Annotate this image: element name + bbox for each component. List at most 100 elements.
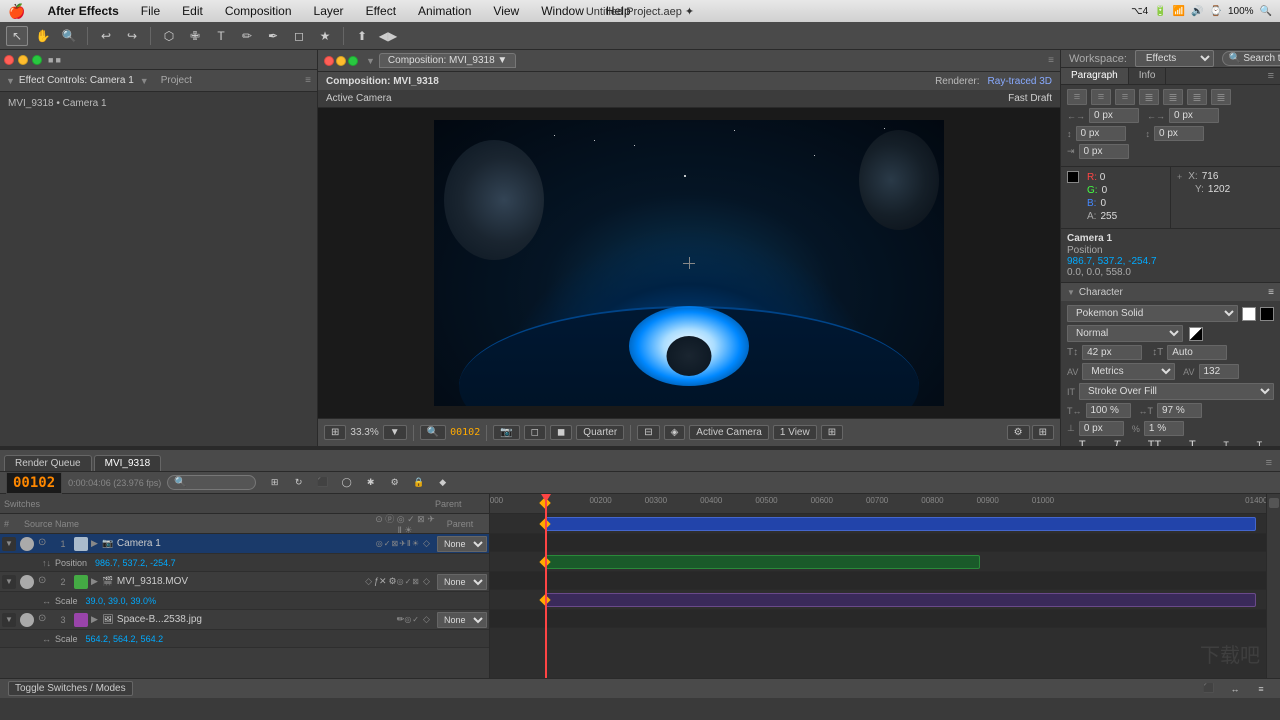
timeline-search-input[interactable] [189,477,249,488]
space-before-input[interactable] [1076,126,1126,141]
timeline-tool-1[interactable]: ⊞ [264,473,286,493]
view-dropdown[interactable]: 1 View [773,425,817,440]
layer-1-lock-btn[interactable]: ⊙ [38,537,52,551]
font-size-input[interactable] [1082,345,1142,360]
layer-row-3[interactable]: ▼ ⊙ 3 ▶ 🖼 Space-B...2538.jpg ✏ ◎ [0,610,489,630]
space-after-input[interactable] [1154,126,1204,141]
justify-center-btn[interactable]: ≣ [1163,89,1183,105]
align-right-btn[interactable]: ≡ [1115,89,1135,105]
menu-animation[interactable]: Animation [414,2,475,20]
font-dropdown[interactable]: Pokemon Solid [1067,305,1238,322]
baseline-input[interactable] [1079,421,1124,436]
tool-camera-orbit[interactable]: ⬆ [351,26,373,46]
hscale-input[interactable] [1157,403,1202,418]
layer-3-parent[interactable]: None [437,612,487,628]
indent-right-input[interactable] [1169,108,1219,123]
comp-3d[interactable]: ◈ [664,425,686,440]
tab-info[interactable]: Info [1129,68,1167,84]
tool-hand[interactable]: ✋ [32,26,54,46]
track-bar-1[interactable] [545,517,1256,531]
tool-zoom[interactable]: 🔍 [58,26,80,46]
timeline-tab-render[interactable]: Render Queue [4,455,92,471]
layer-2-label-color[interactable] [74,575,88,589]
tool-text[interactable]: T [210,26,232,46]
layer-1-label-color[interactable] [74,537,88,551]
stroke-color-swatch[interactable] [1260,307,1274,321]
tool-clone[interactable]: ✒ [262,26,284,46]
tool-roto[interactable]: ★ [314,26,336,46]
tool-camera-track[interactable]: ◀▶ [377,26,399,46]
layer-2-parent[interactable]: None [437,574,487,590]
menu-window[interactable]: Window [537,2,588,20]
leading-input[interactable] [1167,345,1227,360]
view-layout-1[interactable]: ⊞ [821,425,843,440]
indent-left-input[interactable] [1089,108,1139,123]
fill-color-swatch[interactable] [1242,307,1256,321]
timeline-bottom-tool-1[interactable]: ⬛ [1198,679,1220,699]
tool-redo[interactable]: ↪ [121,26,143,46]
text-style-btn-1[interactable]: T [1079,439,1086,446]
align-left-btn[interactable]: ≡ [1067,89,1087,105]
justify-right-btn[interactable]: ≣ [1187,89,1207,105]
menu-effect[interactable]: Effect [362,2,400,20]
menu-view[interactable]: View [489,2,523,20]
layer-2-visibility[interactable] [20,575,34,589]
tab-paragraph[interactable]: Paragraph [1061,68,1129,84]
comp-tab-active[interactable]: Composition: MVI_9318 ▼ [379,53,516,68]
tool-undo[interactable]: ↩ [95,26,117,46]
timeline-strip-btn[interactable] [1269,498,1279,508]
menu-file[interactable]: File [137,2,164,20]
search-help-input[interactable] [1243,53,1280,64]
effect-controls-tab[interactable]: Effect Controls: Camera 1 [19,75,134,86]
timecode-display[interactable]: 00102 [6,472,62,494]
layer-row-2[interactable]: ▼ ⊙ 2 ▶ 🎬 MVI_9318.MOV ◇ ƒ✕ ⚙ [0,572,489,592]
snapshot-btn[interactable]: 📷 [493,425,519,440]
show-snapshot-btn[interactable]: ◻ [524,425,546,440]
text-style-btn-2[interactable]: T [1113,439,1120,446]
workspace-dropdown[interactable]: Effects [1135,50,1214,67]
timeline-bottom-tool-3[interactable]: ≡ [1250,679,1272,699]
tool-pen[interactable]: ✙ [184,26,206,46]
menu-edit[interactable]: Edit [178,2,207,20]
justify-all-btn[interactable]: ≣ [1211,89,1231,105]
text-style-btn-6[interactable]: T [1257,440,1263,446]
timeline-tool-8[interactable]: ◆ [432,473,454,493]
renderer-value[interactable]: Ray-traced 3D [988,76,1052,87]
character-panel-header[interactable]: ▼ Character ≡ [1061,283,1280,301]
magnifier-btn[interactable]: 🔍 [420,425,446,440]
timeline-tool-3[interactable]: ⬛ [312,473,334,493]
tracking-input[interactable] [1199,364,1239,379]
text-style-btn-5[interactable]: T [1223,440,1229,446]
camera-dropdown[interactable]: Active Camera [689,425,769,440]
transparency-grid[interactable]: ⊟ [637,425,659,440]
menu-composition[interactable]: Composition [221,2,296,20]
zoom-level[interactable]: 33.3% [350,427,378,438]
text-style-btn-4[interactable]: T [1189,439,1196,446]
layer-row-1[interactable]: ▼ ⊙ 1 ▶ 📷 Camera 1 ◎ ✓ ⊠ ✈ [0,534,489,554]
view-expand[interactable]: ⊞ [1032,425,1054,440]
show-alpha-btn[interactable]: ◼ [550,425,572,440]
tool-eraser[interactable]: ◻ [288,26,310,46]
layer-2-lock-btn[interactable]: ⊙ [38,575,52,589]
layer-3-lock-btn[interactable]: ⊙ [38,613,52,627]
timeline-tab-comp[interactable]: MVI_9318 [94,455,162,471]
tool-selection[interactable]: ↖ [6,26,28,46]
text-style-btn-3[interactable]: TT [1148,439,1161,446]
panel-menu-btn[interactable]: ≡ [1262,68,1280,84]
style-dropdown[interactable]: Normal [1067,325,1183,342]
tool-shape-hex[interactable]: ⬡ [158,26,180,46]
fill-stroke-icon[interactable] [1189,327,1203,341]
view-settings[interactable]: ⚙ [1007,425,1030,440]
timeline-tool-2[interactable]: ↻ [288,473,310,493]
tool-brush[interactable]: ✏ [236,26,258,46]
menu-layer[interactable]: Layer [310,2,348,20]
apple-menu[interactable]: 🍎 [8,3,25,20]
toggle-switches-modes[interactable]: Toggle Switches / Modes [8,681,133,696]
align-center-btn[interactable]: ≡ [1091,89,1111,105]
stroke-dropdown[interactable]: Stroke Over Fill [1079,383,1274,400]
vscale-input[interactable] [1086,403,1131,418]
track-bar-3[interactable] [545,593,1256,607]
justify-left-btn[interactable]: ≣ [1139,89,1159,105]
timeline-tool-5[interactable]: ✱ [360,473,382,493]
timeline-tool-4[interactable]: ◯ [336,473,358,493]
